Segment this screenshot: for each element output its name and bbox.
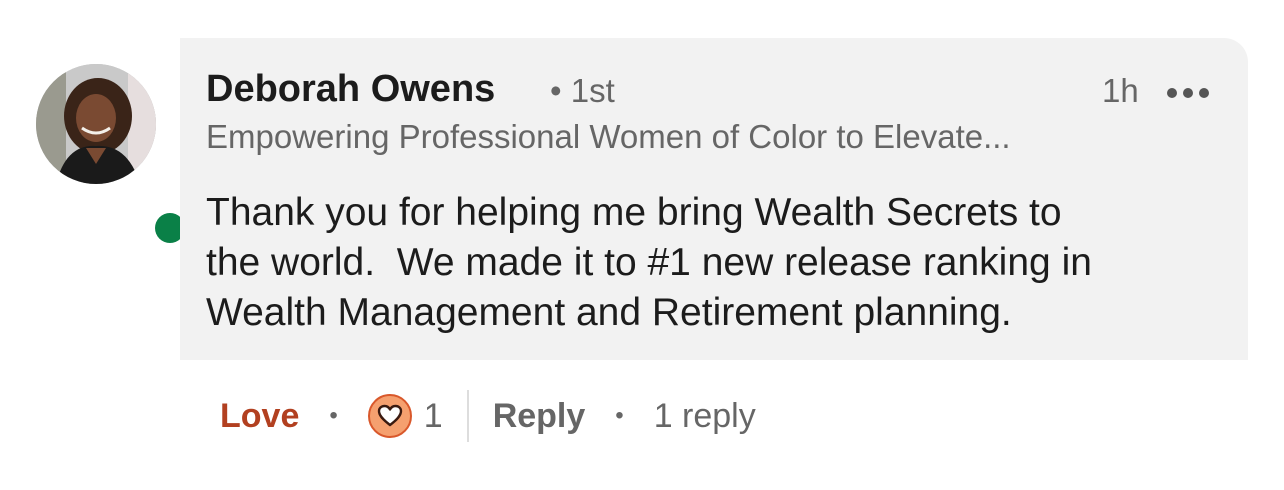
replies-link[interactable]: 1 reply	[654, 397, 756, 436]
comment-timestamp: 1h	[1102, 72, 1139, 109]
divider	[466, 390, 469, 442]
author-name[interactable]: Deborah Owens	[206, 68, 495, 111]
comment: Deborah Owens • 1st 1h Empowering Profes…	[0, 0, 1284, 490]
separator-dot: •	[615, 402, 624, 429]
reaction-count[interactable]: 1	[424, 397, 443, 436]
connection-degree: • 1st	[550, 72, 615, 109]
reply-button[interactable]: Reply	[493, 397, 586, 436]
ellipsis-icon	[1167, 88, 1209, 98]
profile-photo[interactable]	[36, 64, 156, 184]
comment-text: Thank you for helping me bring Wealth Se…	[206, 191, 1092, 334]
reaction-button[interactable]: Love	[220, 397, 299, 436]
separator-dot: •	[329, 402, 338, 429]
author-headline: Empowering Professional Women of Color t…	[206, 118, 1011, 155]
comment-actions: Love • 1 Reply • 1 reply	[220, 386, 756, 446]
avatar[interactable]	[36, 64, 190, 248]
more-options-button[interactable]	[1164, 78, 1214, 108]
comment-bubble: Deborah Owens • 1st 1h Empowering Profes…	[180, 38, 1248, 360]
heart-icon[interactable]	[367, 394, 412, 438]
